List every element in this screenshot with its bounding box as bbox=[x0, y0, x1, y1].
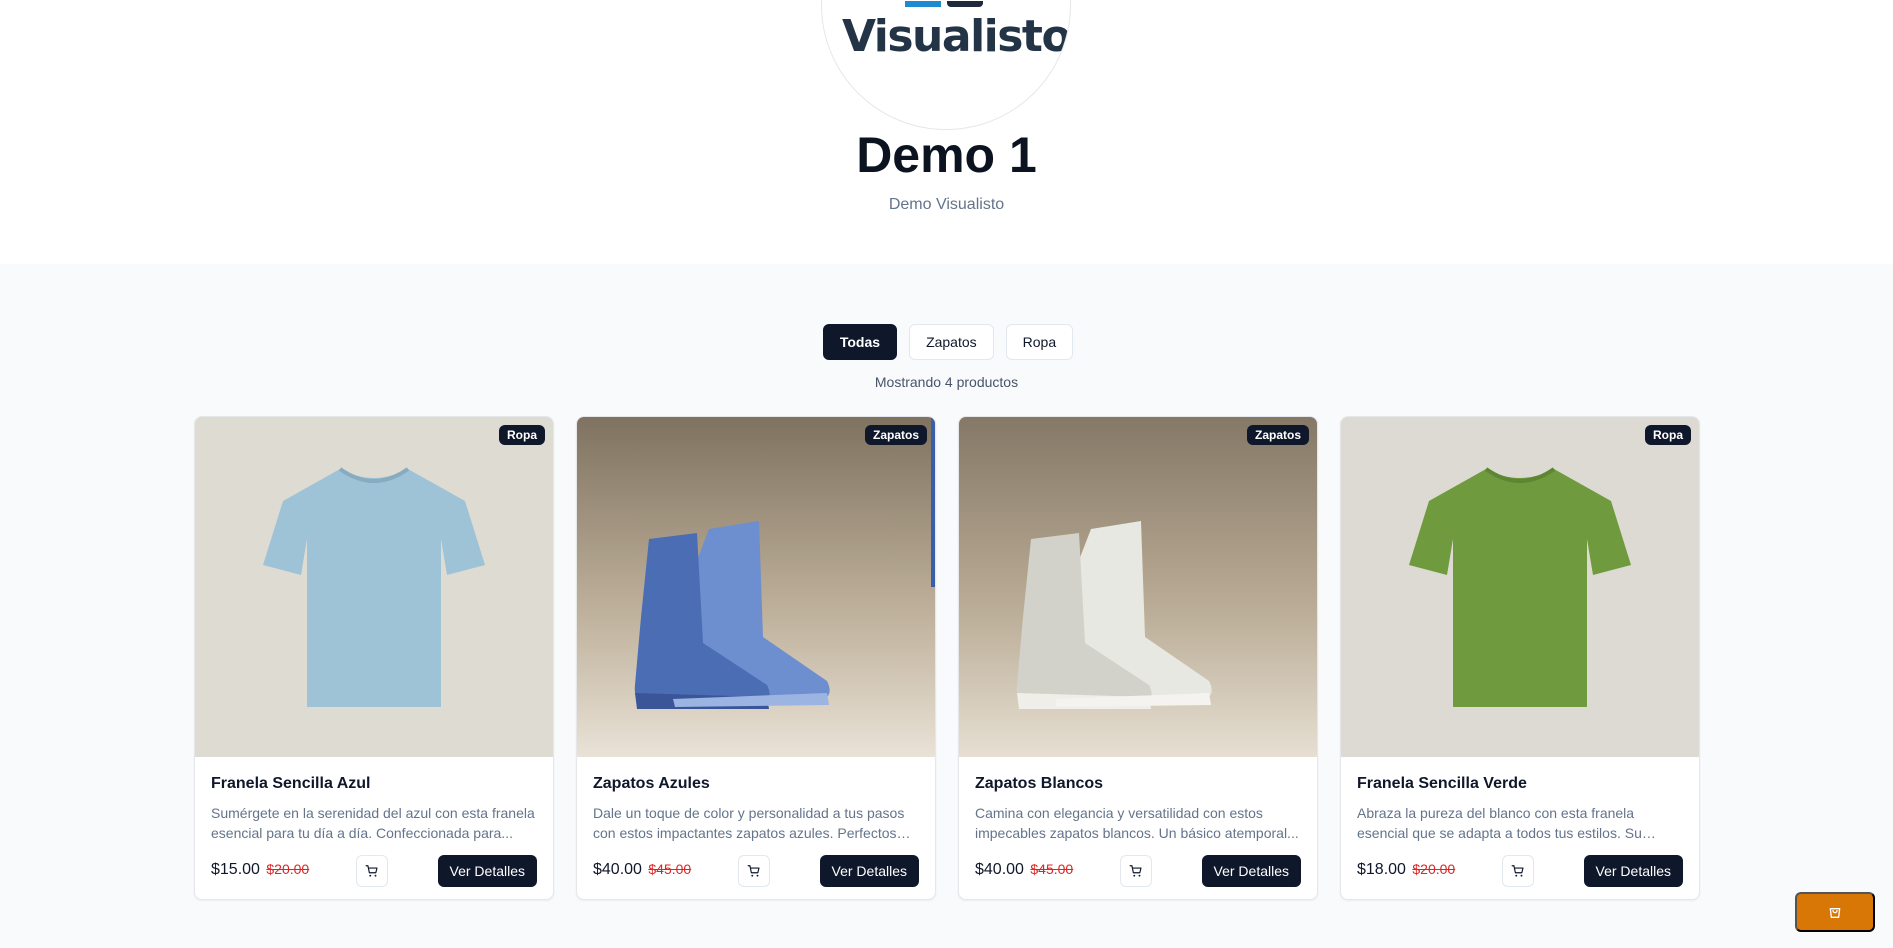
product-image[interactable]: Zapatos bbox=[577, 417, 935, 757]
add-to-cart-button[interactable] bbox=[356, 855, 388, 887]
product-name[interactable]: Franela Sencilla Verde bbox=[1357, 775, 1683, 793]
category-badge: Zapatos bbox=[1246, 425, 1309, 445]
view-details-button[interactable]: Ver Detalles bbox=[819, 855, 919, 887]
product-card: Zapatos Zapatos Azules Dale un toque de … bbox=[576, 416, 936, 900]
product-name[interactable]: Zapatos Azules bbox=[593, 775, 919, 793]
filter-zapatos-button[interactable]: Zapatos bbox=[909, 324, 994, 360]
add-to-cart-button[interactable] bbox=[738, 855, 770, 887]
product-old-price: $20.00 bbox=[266, 861, 310, 877]
sneakers-image bbox=[577, 417, 935, 757]
product-description: Dale un toque de color y personalidad a … bbox=[593, 805, 905, 841]
product-card: Ropa Franela Sencilla Verde Abraza la pu… bbox=[1340, 416, 1700, 900]
filter-ropa-button[interactable]: Ropa bbox=[1005, 324, 1074, 360]
category-badge: Ropa bbox=[499, 425, 545, 445]
logo-registered-mark: ® bbox=[1070, 27, 1071, 38]
product-description: Abraza la pureza del blanco con esta fra… bbox=[1357, 805, 1642, 841]
brand-logo: Visualisto® bbox=[821, 0, 1071, 130]
product-price: $15.00 bbox=[211, 861, 260, 878]
sneakers-image bbox=[959, 417, 1317, 757]
product-name[interactable]: Franela Sencilla Azul bbox=[211, 775, 537, 793]
add-to-cart-button[interactable] bbox=[1120, 855, 1152, 887]
logo-mark-blue bbox=[905, 1, 941, 7]
view-details-button[interactable]: Ver Detalles bbox=[1201, 855, 1301, 887]
product-count: Mostrando 4 productos bbox=[874, 374, 1019, 390]
product-grid: Ropa Franela Sencilla Azul Sumérgete en … bbox=[194, 416, 1700, 900]
product-name[interactable]: Zapatos Blancos bbox=[975, 775, 1301, 793]
view-details-button[interactable]: Ver Detalles bbox=[437, 855, 537, 887]
product-price: $18.00 bbox=[1357, 861, 1406, 878]
shopping-cart-icon bbox=[365, 865, 378, 877]
filter-todas-button[interactable]: Todas bbox=[822, 324, 898, 360]
product-image[interactable]: Ropa bbox=[195, 417, 553, 757]
view-details-button[interactable]: Ver Detalles bbox=[1583, 855, 1683, 887]
page-title: Demo 1 bbox=[856, 127, 1037, 183]
add-to-cart-button[interactable] bbox=[1502, 855, 1534, 887]
category-filters: Todas Zapatos Ropa bbox=[0, 324, 1893, 360]
shopping-cart-icon bbox=[747, 865, 760, 877]
shopping-cart-icon bbox=[1511, 865, 1524, 877]
page-subtitle: Demo Visualisto bbox=[888, 196, 1005, 213]
tshirt-image bbox=[1341, 417, 1699, 757]
product-old-price: $45.00 bbox=[1030, 861, 1074, 877]
product-price: $40.00 bbox=[593, 861, 642, 878]
floating-cart-button[interactable] bbox=[1795, 892, 1875, 932]
shopping-cart-icon bbox=[1129, 865, 1142, 877]
product-description: Sumérgete en la serenidad del azul con e… bbox=[211, 805, 535, 841]
page-header: Visualisto® Demo 1 Demo Visualisto bbox=[0, 0, 1893, 264]
product-old-price: $20.00 bbox=[1412, 861, 1456, 877]
logo-mark-dark bbox=[947, 1, 983, 7]
product-image[interactable]: Ropa bbox=[1341, 417, 1699, 757]
product-card: Ropa Franela Sencilla Azul Sumérgete en … bbox=[194, 416, 554, 900]
product-old-price: $45.00 bbox=[648, 861, 692, 877]
product-image[interactable]: Zapatos bbox=[959, 417, 1317, 757]
category-badge: Ropa bbox=[1645, 425, 1691, 445]
category-badge: Zapatos bbox=[864, 425, 927, 445]
logo-text: Visualisto bbox=[842, 11, 1071, 62]
product-card: Zapatos Zapatos Blancos Camina con elega… bbox=[958, 416, 1318, 900]
shopping-bag-icon bbox=[1829, 908, 1841, 918]
product-price: $40.00 bbox=[975, 861, 1024, 878]
tshirt-image bbox=[195, 417, 553, 757]
product-description: Camina con elegancia y versatilidad con … bbox=[975, 805, 1299, 841]
